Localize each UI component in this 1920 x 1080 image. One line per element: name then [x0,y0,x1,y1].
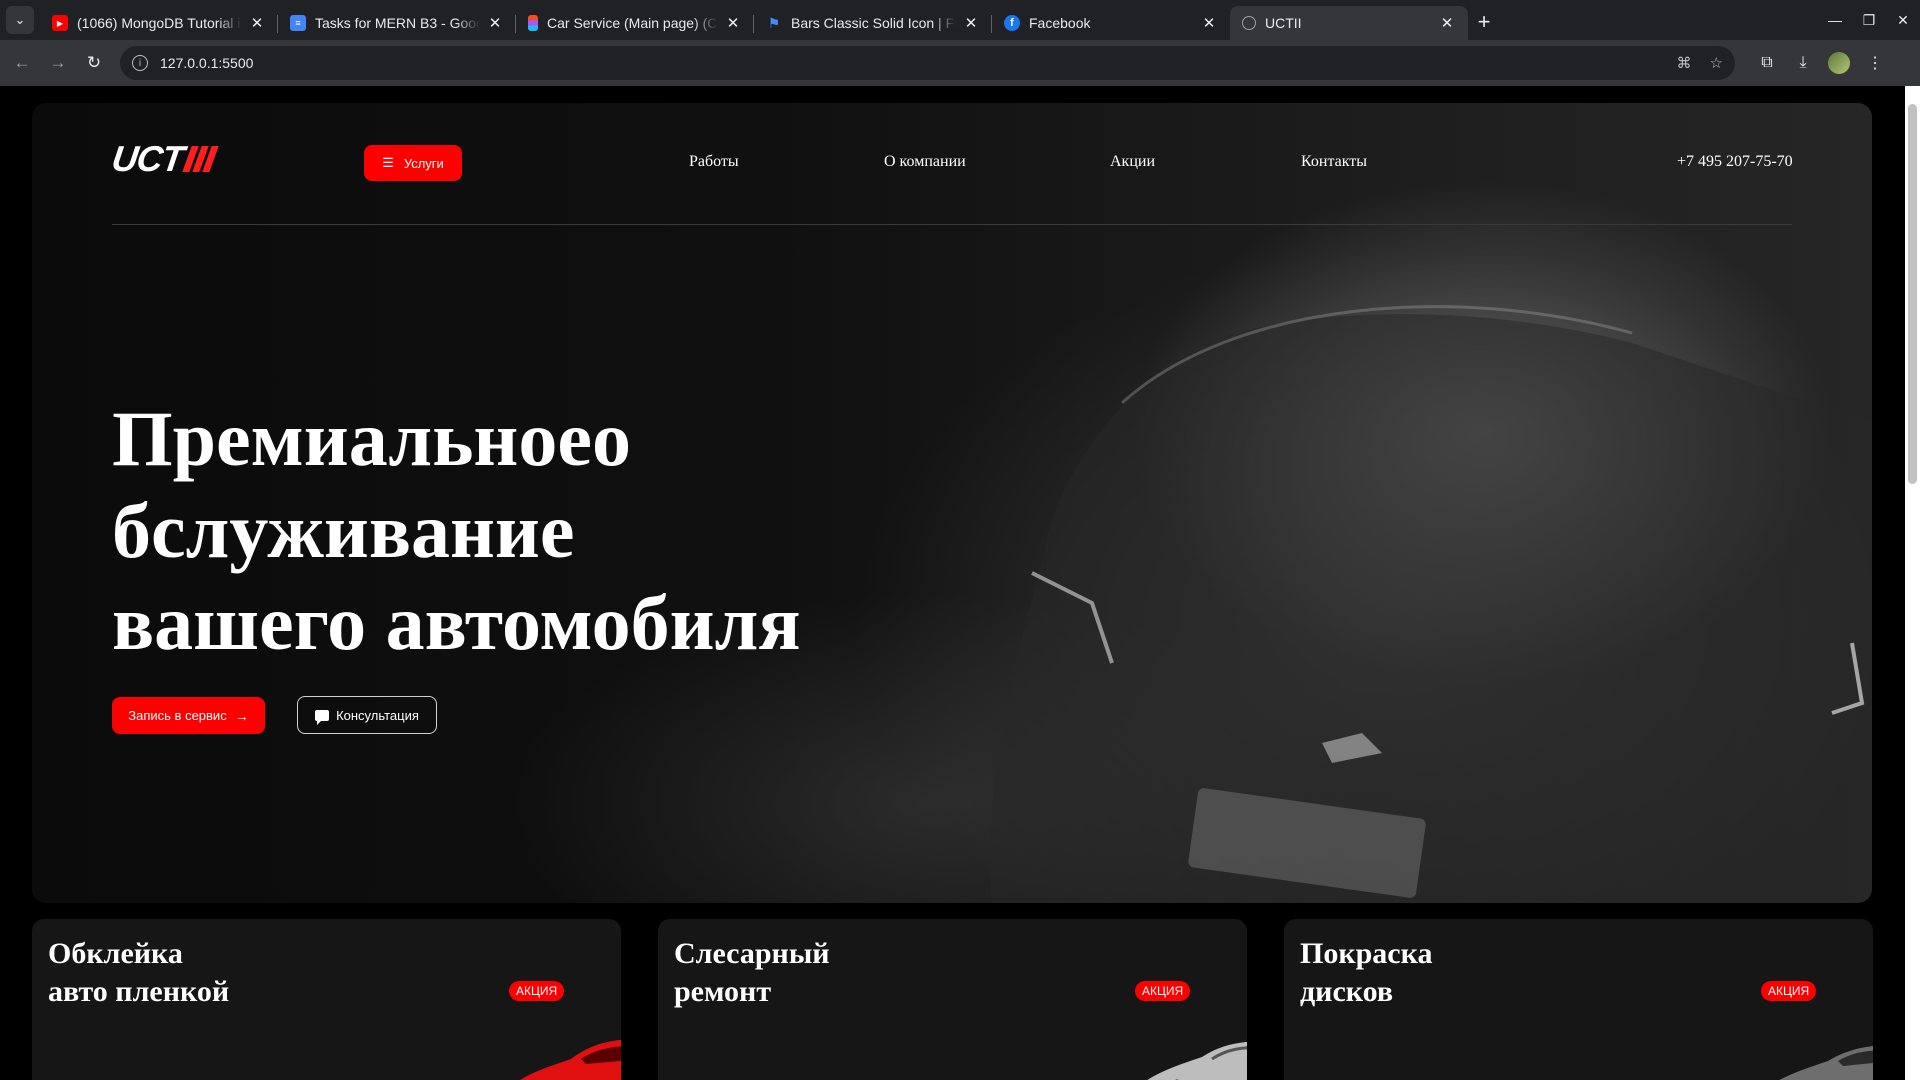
star-icon[interactable]: ☆ [1710,54,1723,72]
flag-icon: ⚑ [767,14,781,31]
car-engine-image [1147,1041,1247,1080]
browser-tab[interactable]: f Facebook ✕ [992,6,1230,40]
figma-icon [528,15,538,31]
browser-tab[interactable]: ▶ (1066) MongoDB Tutorial in ✕ [40,6,278,40]
back-button[interactable]: ← [4,45,40,81]
arrow-right-icon: → [234,707,249,724]
browser-tab-active[interactable]: UCTII ✕ [1230,6,1468,40]
book-service-button[interactable]: Запись в сервис → [112,697,265,734]
chevron-down-icon: ⌄ [14,12,26,27]
docs-icon: ≡ [290,15,306,31]
hero-title: Премиальноео бслуживание вашего автомоби… [112,393,801,669]
globe-icon [1242,16,1256,30]
page-viewport: UCT ☰ Услуги Работы О компании Акции Кон… [0,86,1920,1080]
hero-title-line: вашего автомобиля [112,579,801,666]
browser-tab[interactable]: Car Service (Main page) (Co ✕ [516,6,754,40]
services-button[interactable]: ☰ Услуги [364,145,462,181]
grey-car-image [1779,1046,1873,1080]
tab-title: UCTII [1265,15,1302,31]
card-title-line: Слесарный [674,937,830,970]
book-service-label: Запись в сервис [128,708,227,723]
card-title: Слесарный ремонт [674,935,830,1011]
more-menu-icon[interactable]: ⋮ [1857,53,1893,73]
consultation-label: Консультация [336,707,419,723]
card-title-line: Обклейка [48,937,183,970]
chat-bubble-icon [315,709,330,725]
extensions-icon[interactable]: ⧉ [1749,54,1785,72]
browser-tab-bar: ⌄ ▶ (1066) MongoDB Tutorial in ✕ ≡ Tasks… [0,0,1920,40]
download-icon[interactable]: ⤓ [1785,54,1821,72]
browser-tab[interactable]: ⚑ Bars Classic Solid Icon | Fo ✕ [754,6,992,40]
red-car-image [520,1039,621,1080]
scrollbar-thumb[interactable] [1908,104,1917,484]
bars-icon: ☰ [382,155,394,170]
translate-icon[interactable]: ⌘ [1677,54,1692,72]
card-title: Покраска дисков [1300,935,1432,1011]
hero-title-line: бслуживание [112,487,575,574]
info-icon[interactable]: i [132,55,148,71]
tab-title: Car Service (Main page) (Co [547,15,718,31]
url-text: 127.0.0.1:5500 [160,55,254,71]
service-card-wrap[interactable]: Обклейка авто пленкой АКЦИЯ [32,919,621,1080]
menu-item-works[interactable]: Работы [689,153,739,171]
restore-icon[interactable]: ❐ [1852,12,1886,29]
close-icon[interactable]: ✕ [1200,14,1218,32]
menu-item-about[interactable]: О компании [884,153,966,171]
card-title-line: дисков [1300,975,1394,1008]
close-window-icon[interactable]: ✕ [1886,12,1920,29]
card-title: Обклейка авто пленкой [48,935,229,1011]
new-tab-button[interactable]: + [1468,6,1500,38]
tab-title: Facebook [1029,15,1091,31]
promo-badge: АКЦИЯ [1761,981,1817,1001]
browser-tab[interactable]: ≡ Tasks for MERN B3 - Google ✕ [278,6,516,40]
services-label: Услуги [403,155,444,171]
menu-item-contacts[interactable]: Контакты [1301,153,1367,171]
close-icon[interactable]: ✕ [486,14,504,32]
menu-item-promotions[interactable]: Акции [1110,153,1155,171]
tab-title: (1066) MongoDB Tutorial in [77,15,242,31]
close-icon[interactable]: ✕ [1438,14,1456,32]
hero-section: UCT ☰ Услуги Работы О компании Акции Кон… [32,103,1872,903]
forward-button[interactable]: → [40,45,76,81]
service-card-paint[interactable]: Покраска дисков АКЦИЯ [1284,919,1873,1080]
tab-title: Tasks for MERN B3 - Google [315,15,480,31]
service-card-mechanic[interactable]: Слесарный ремонт АКЦИЯ [658,919,1247,1080]
logo-text: UCT [109,138,186,179]
minimize-icon[interactable]: — [1818,12,1852,28]
card-title-line: авто пленкой [48,975,230,1008]
close-icon[interactable]: ✕ [724,14,742,32]
tab-title: Bars Classic Solid Icon | Fo [791,15,956,31]
promo-badge: АКЦИЯ [1135,981,1191,1001]
window-controls: — ❐ ✕ [1818,0,1920,40]
address-bar[interactable]: i 127.0.0.1:5500 ⌘ ☆ [120,46,1735,80]
consultation-button[interactable]: Консультация [297,696,437,734]
card-title-line: Покраска [1300,937,1433,970]
hero-title-line: Премиальноео [112,395,631,482]
close-icon[interactable]: ✕ [962,14,980,32]
site-logo[interactable]: UCT [109,138,219,179]
page-scrollbar[interactable] [1905,86,1920,1080]
card-title-line: ремонт [674,975,772,1008]
tab-search-button[interactable]: ⌄ [6,6,34,34]
phone-number[interactable]: +7 495 207-75-70 [1677,153,1793,171]
logo-bars-icon [182,146,219,172]
facebook-icon: f [1004,15,1020,31]
browser-toolbar: ← → ↻ i 127.0.0.1:5500 ⌘ ☆ ⧉ ⤓ ⋮ [0,40,1920,86]
youtube-icon: ▶ [52,15,68,31]
profile-avatar[interactable] [1828,52,1850,74]
promo-badge: АКЦИЯ [509,981,565,1001]
header-divider [112,224,1792,225]
reload-button[interactable]: ↻ [76,45,112,81]
close-icon[interactable]: ✕ [248,14,266,32]
